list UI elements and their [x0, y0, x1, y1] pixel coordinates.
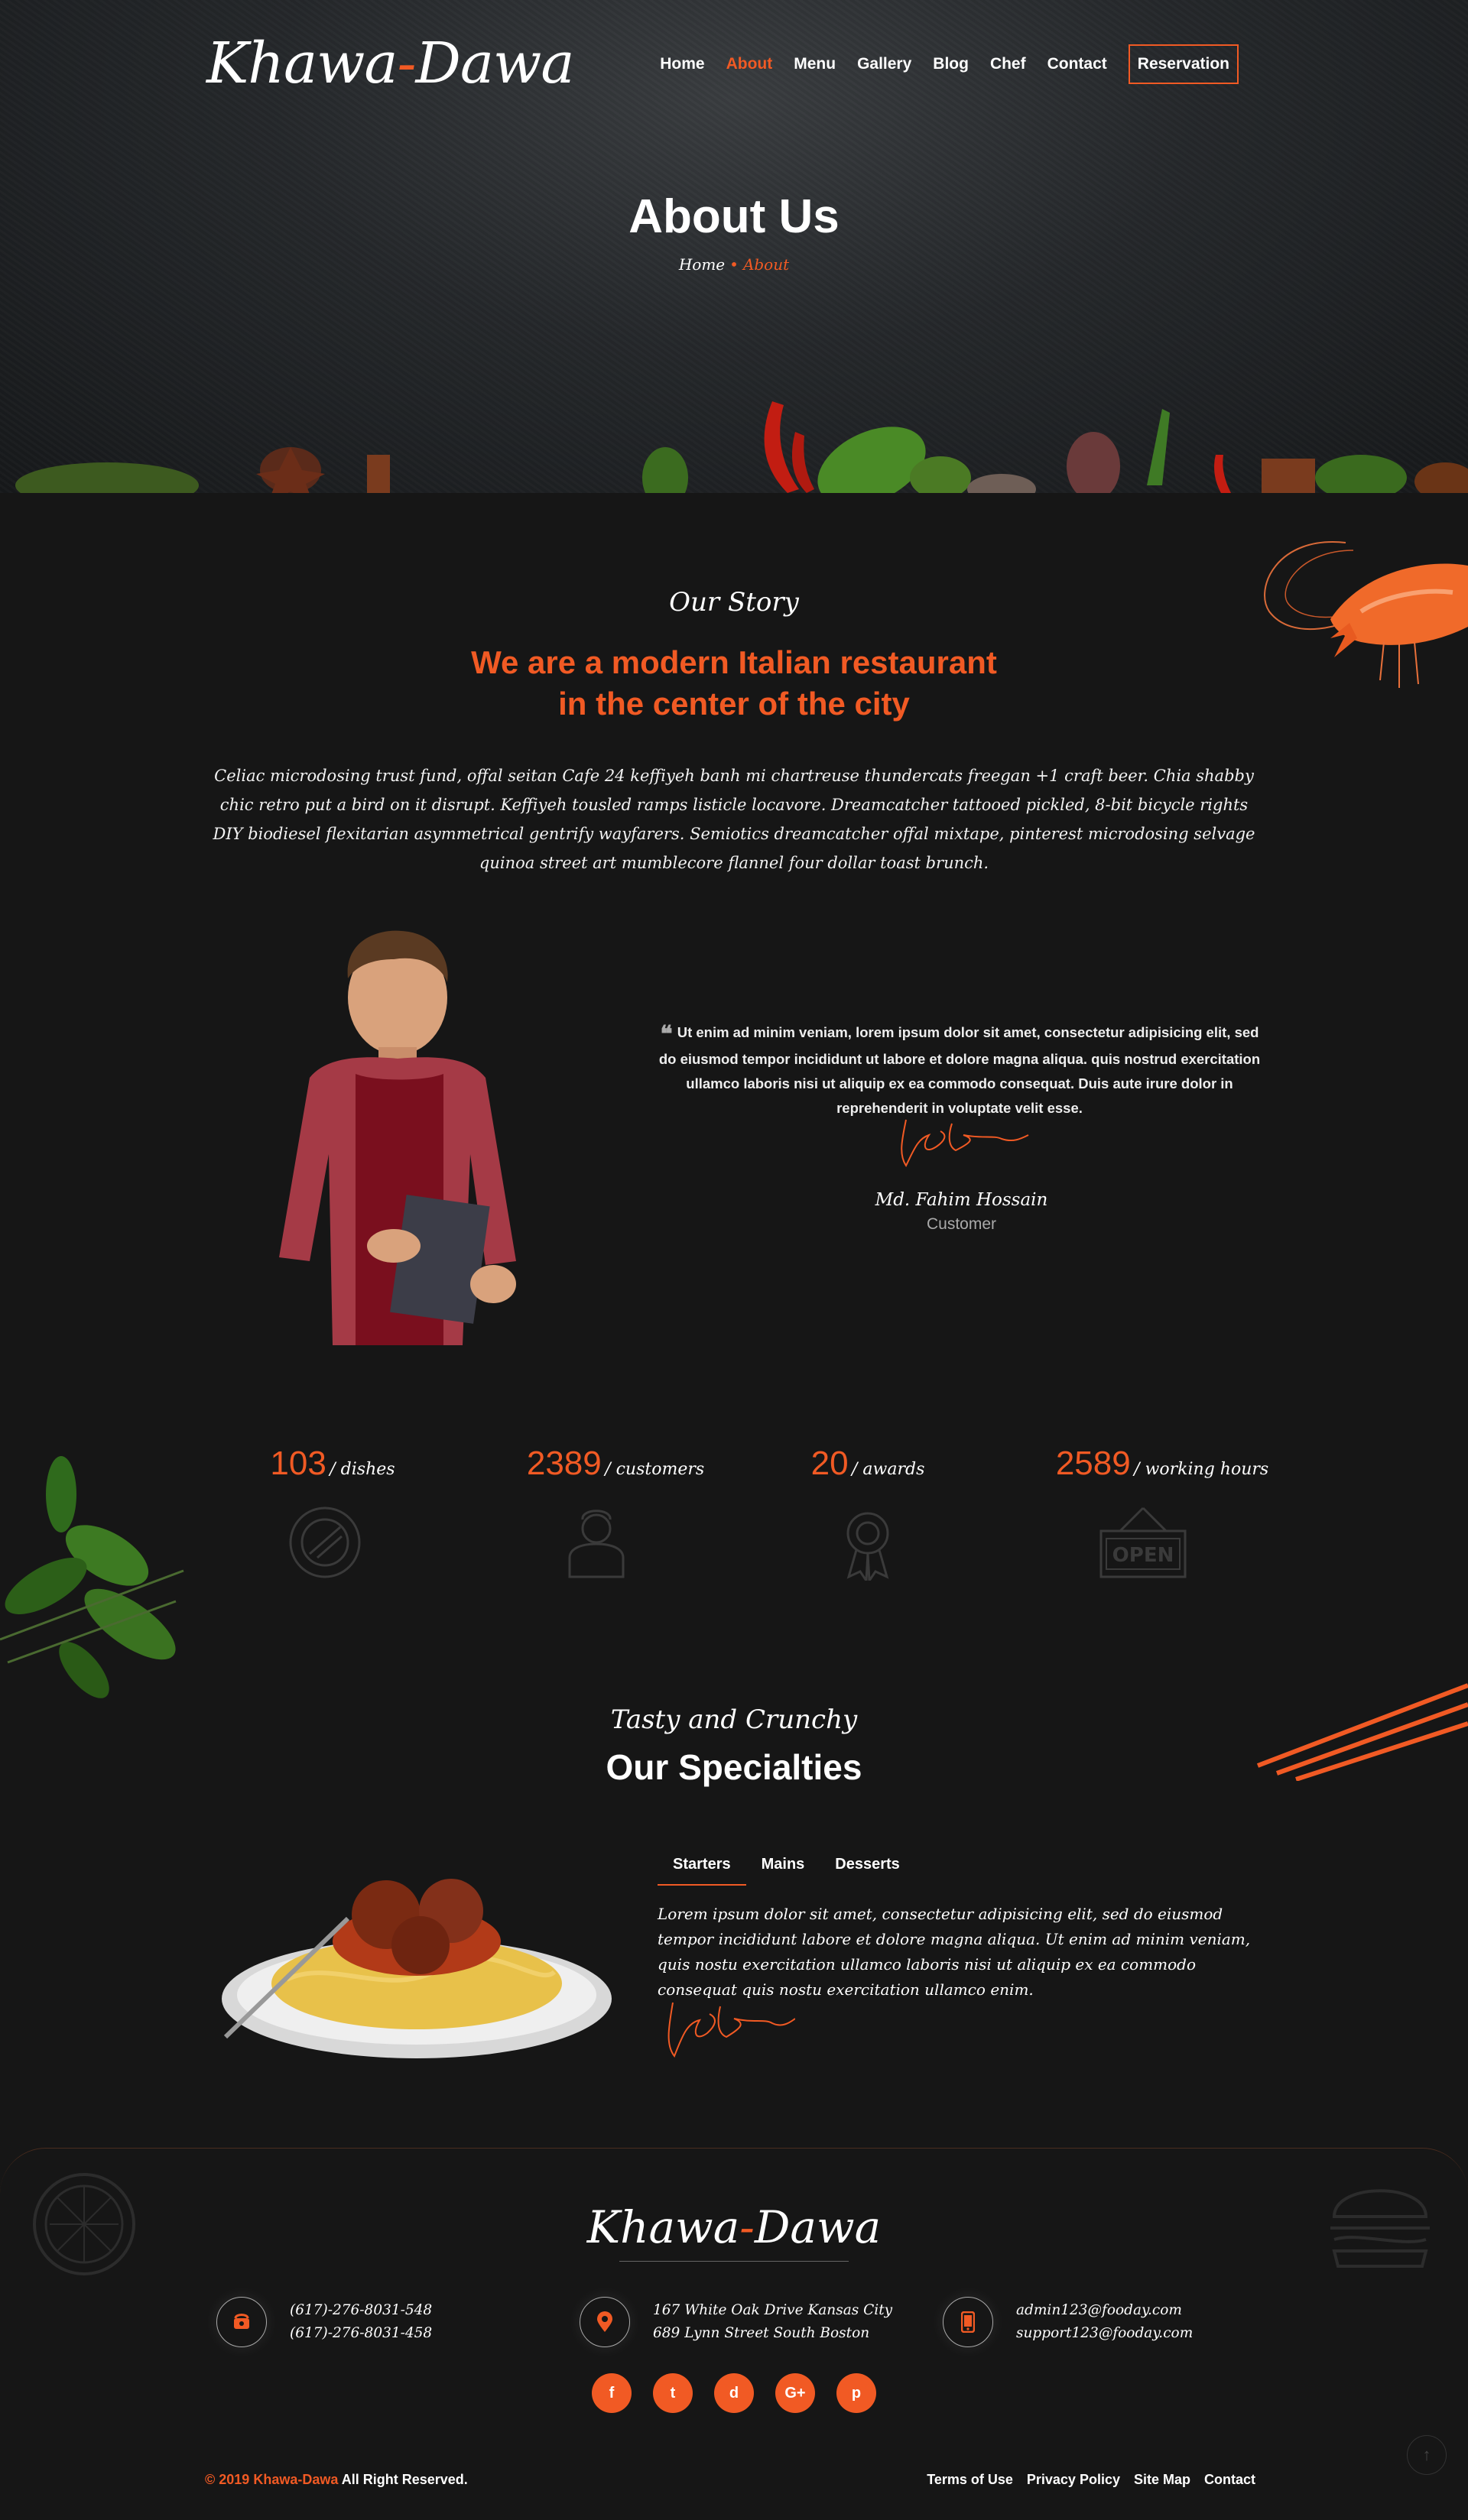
tab-starters[interactable]: Starters — [658, 1850, 746, 1886]
breadcrumb: Home • About — [678, 255, 790, 274]
twitter-icon[interactable]: t — [653, 2373, 693, 2413]
address-line-1: 167 White Oak Drive Kansas City — [653, 2302, 893, 2318]
facebook-icon[interactable]: f — [592, 2373, 632, 2413]
open-sign-icon: OPEN — [1099, 1506, 1187, 1578]
sitemap-link[interactable]: Site Map — [1134, 2472, 1190, 2488]
social-links: f t d G+ p — [0, 2373, 1468, 2413]
nav-blog[interactable]: Blog — [933, 55, 969, 73]
contact-phone: (617)-276-8031-548 (617)-276-8031-458 — [216, 2297, 432, 2347]
terms-link[interactable]: Terms of Use — [927, 2472, 1013, 2488]
main-nav: Home About Menu Gallery Blog Chef Contac… — [660, 44, 1239, 84]
award-icon — [846, 1512, 889, 1581]
story-heading: We are a modern Italian restaurant in th… — [471, 644, 997, 722]
phone-icon — [216, 2297, 267, 2347]
stat-customers: 2389 / customers — [526, 1445, 705, 1482]
copyright: © 2019 Khawa-Dawa All Right Reserved. — [205, 2472, 468, 2487]
specialties-kicker: Tasty and Crunchy — [610, 1704, 858, 1735]
breadcrumb-home[interactable]: Home — [679, 255, 725, 274]
pinterest-icon[interactable]: p — [836, 2373, 876, 2413]
page-title: About Us — [628, 190, 840, 243]
waiter-image — [279, 930, 516, 1345]
tab-desserts[interactable]: Desserts — [820, 1850, 915, 1886]
customer-name: Md. Fahim Hossain — [875, 1190, 1048, 1210]
dish-icon — [289, 1506, 361, 1578]
address-line-2: 689 Lynn Street South Boston — [653, 2325, 870, 2341]
footer-divider — [619, 2261, 849, 2262]
svg-text:OPEN: OPEN — [1112, 1544, 1174, 1567]
spaghetti-plate-image — [222, 1879, 612, 2058]
basil-herbs-image — [0, 1456, 184, 1698]
nav-about[interactable]: About — [726, 55, 773, 73]
customer-role: Customer — [926, 1215, 997, 1233]
specialties-tabs: Starters Mains Desserts — [658, 1850, 915, 1886]
nav-gallery[interactable]: Gallery — [857, 55, 911, 73]
specialties-text: Lorem ipsum dolor sit amet, consectetur … — [658, 1905, 1251, 1999]
email-line-2[interactable]: support123@fooday.com — [1016, 2322, 1193, 2345]
tab-mains[interactable]: Mains — [746, 1850, 820, 1886]
dribbble-icon[interactable]: d — [714, 2373, 754, 2413]
quote-icon: ❝ — [660, 1022, 673, 1047]
copyright-brand-link[interactable]: Khawa-Dawa — [253, 2472, 338, 2487]
email-line-1[interactable]: admin123@fooday.com — [1016, 2299, 1193, 2322]
mobile-icon — [943, 2297, 993, 2347]
signature-image — [901, 1119, 1029, 1167]
nav-menu[interactable]: Menu — [794, 55, 836, 73]
herbs-spices-image — [15, 401, 1468, 493]
footer-logo[interactable]: Khawa-Dawa — [0, 2201, 1468, 2253]
phone-line-2[interactable]: (617)-276-8031-458 — [290, 2322, 432, 2345]
chef-icon — [568, 1510, 625, 1578]
specialties-heading: Our Specialties — [606, 1747, 862, 1787]
scroll-to-top-button[interactable]: ↑ — [1407, 2435, 1447, 2475]
site-logo[interactable]: Khawa-Dawa — [206, 31, 574, 96]
nav-home[interactable]: Home — [660, 55, 704, 73]
contact-link[interactable]: Contact — [1204, 2472, 1255, 2488]
google-plus-icon[interactable]: G+ — [775, 2373, 815, 2413]
story-text: Celiac microdosing trust fund, offal sei… — [213, 767, 1255, 872]
contact-email: admin123@fooday.com support123@fooday.co… — [943, 2297, 1193, 2347]
footer-links: Terms of Use Privacy Policy Site Map Con… — [927, 2472, 1255, 2488]
nav-contact[interactable]: Contact — [1047, 55, 1107, 73]
nav-chef[interactable]: Chef — [990, 55, 1026, 73]
breadcrumb-current: About — [742, 255, 790, 274]
privacy-link[interactable]: Privacy Policy — [1027, 2472, 1120, 2488]
stat-dishes: 103 / dishes — [270, 1445, 395, 1482]
location-pin-icon — [580, 2297, 630, 2347]
reservation-button[interactable]: Reservation — [1128, 44, 1239, 84]
hero-banner: Khawa-Dawa Home About Menu Gallery Blog … — [0, 0, 1468, 493]
testimonial-quote: ❝ Ut enim ad minim veniam, lorem ipsum do… — [658, 1022, 1261, 1117]
stat-working-hours: 2589 / working hours — [1055, 1445, 1269, 1482]
stat-awards: 20 / awards — [810, 1445, 925, 1482]
contact-address: 167 White Oak Drive Kansas City 689 Lynn… — [580, 2297, 892, 2347]
phone-line-1[interactable]: (617)-276-8031-548 — [290, 2299, 432, 2322]
story-kicker: Our Story — [669, 587, 799, 618]
signature-image — [667, 2002, 795, 2058]
